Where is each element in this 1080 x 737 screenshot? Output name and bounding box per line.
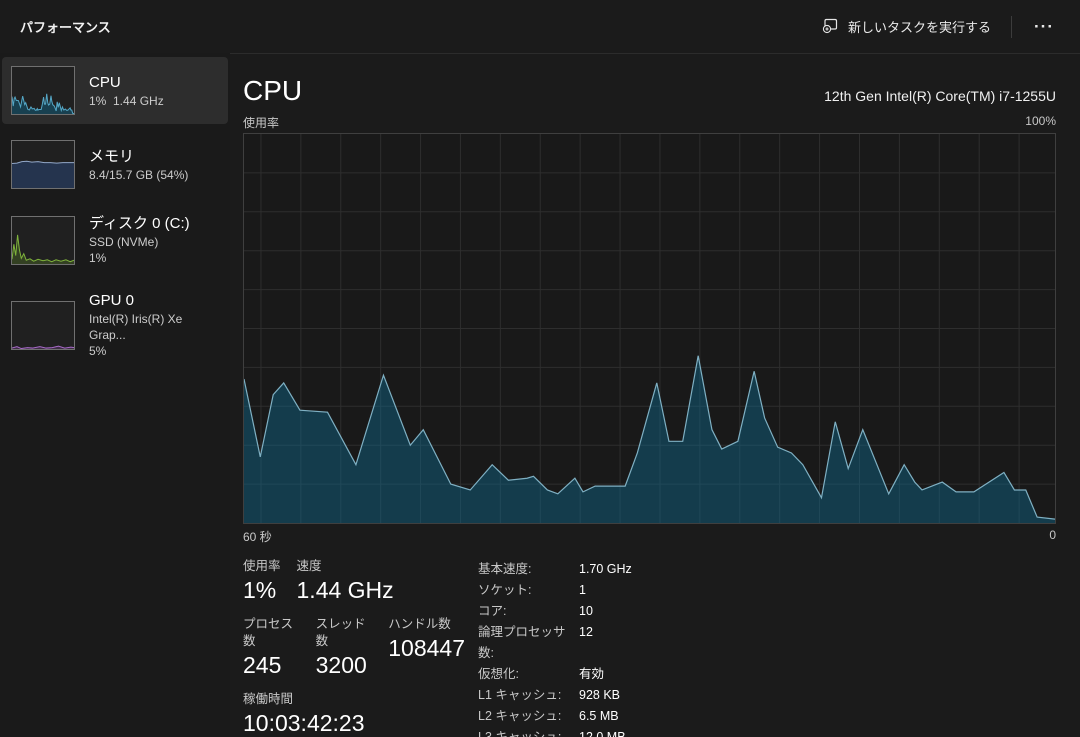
cpu-stats: 使用率 1% 速度 1.44 GHz プロセス数 245 スレッド数 bbox=[243, 558, 1056, 737]
memory-tile-title: メモリ bbox=[89, 147, 188, 167]
disk-tile-title: ディスク 0 (C:) bbox=[89, 214, 190, 234]
titlebar: パフォーマンス 新しいタスクを実行する ··· bbox=[0, 0, 1080, 53]
gpu-tile-title: GPU 0 bbox=[89, 291, 220, 311]
sidebar-item-disk0[interactable]: ディスク 0 (C:) SSD (NVMe) 1% bbox=[2, 205, 228, 275]
cpu-stats-secondary: 基本速度: 1.70 GHz ソケット: 1 コア: 10 論理プロセッサ数: … bbox=[478, 558, 632, 737]
cpu-model-name: 12th Gen Intel(R) Core(TM) i7-1255U bbox=[824, 88, 1056, 108]
gpu-tile-usage: 5% bbox=[89, 343, 220, 359]
gpu-mini-graph bbox=[11, 301, 75, 350]
more-options-button[interactable]: ··· bbox=[1022, 13, 1066, 41]
cpu-tile-title: CPU bbox=[89, 73, 164, 93]
cpu-header: CPU 12th Gen Intel(R) Core(TM) i7-1255U bbox=[243, 72, 1056, 108]
stat-processes: プロセス数 245 bbox=[243, 616, 300, 680]
page-title: パフォーマンス bbox=[20, 17, 111, 36]
stat-l1-cache: L1 キャッシュ: 928 KB bbox=[478, 685, 632, 706]
chart-axis-bottom-row: 60 秒 0 bbox=[243, 528, 1056, 545]
cpu-stats-primary: 使用率 1% 速度 1.44 GHz プロセス数 245 スレッド数 bbox=[243, 558, 465, 737]
cpu-tile-stats: 1% 1.44 GHz bbox=[89, 93, 164, 109]
stat-uptime: 稼働時間 10:03:42:23 bbox=[243, 691, 365, 737]
run-new-task-button[interactable]: 新しいタスクを実行する bbox=[812, 10, 1001, 44]
stat-threads: スレッド数 3200 bbox=[316, 616, 373, 680]
chart-x-min-label: 60 秒 bbox=[243, 528, 272, 545]
chart-y-axis-label: 使用率 bbox=[243, 114, 279, 131]
stat-usage: 使用率 1% bbox=[243, 558, 281, 605]
cpu-usage-chart[interactable] bbox=[243, 133, 1056, 524]
ellipsis-icon: ··· bbox=[1034, 17, 1054, 36]
sidebar-item-cpu[interactable]: CPU 1% 1.44 GHz bbox=[2, 57, 228, 124]
disk-tile-type: SSD (NVMe) bbox=[89, 234, 190, 250]
stat-l3-cache: L3 キャッシュ: 12.0 MB bbox=[478, 727, 632, 737]
chart-axis-top-row: 使用率 100% bbox=[243, 114, 1056, 131]
stat-handles: ハンドル数 108447 bbox=[388, 616, 465, 680]
stat-l2-cache: L2 キャッシュ: 6.5 MB bbox=[478, 706, 632, 727]
memory-tile-stats: 8.4/15.7 GB (54%) bbox=[89, 167, 188, 183]
toolbar-divider bbox=[1011, 16, 1012, 38]
content-area: CPU 1% 1.44 GHz メモリ 8.4/15.7 GB (54%) ディ… bbox=[0, 53, 1080, 737]
stat-speed: 速度 1.44 GHz bbox=[297, 558, 394, 605]
chart-x-max-label: 0 bbox=[1049, 528, 1056, 545]
stat-sockets: ソケット: 1 bbox=[478, 580, 632, 601]
new-task-icon bbox=[822, 17, 839, 37]
sidebar-item-memory[interactable]: メモリ 8.4/15.7 GB (54%) bbox=[2, 131, 228, 198]
cpu-detail-panel: CPU 12th Gen Intel(R) Core(TM) i7-1255U … bbox=[230, 53, 1080, 737]
memory-mini-graph bbox=[11, 140, 75, 189]
stat-virtualization: 仮想化: 有効 bbox=[478, 664, 632, 685]
performance-sidebar: CPU 1% 1.44 GHz メモリ 8.4/15.7 GB (54%) ディ… bbox=[0, 53, 230, 737]
sidebar-item-gpu0[interactable]: GPU 0 Intel(R) Iris(R) Xe Grap... 5% bbox=[2, 282, 228, 368]
chart-y-max-label: 100% bbox=[1025, 114, 1056, 131]
disk-tile-usage: 1% bbox=[89, 250, 190, 266]
stat-logical-processors: 論理プロセッサ数: 12 bbox=[478, 622, 632, 664]
cpu-mini-graph bbox=[11, 66, 75, 115]
stat-base-speed: 基本速度: 1.70 GHz bbox=[478, 559, 632, 580]
run-new-task-label: 新しいタスクを実行する bbox=[848, 17, 991, 36]
disk-mini-graph bbox=[11, 216, 75, 265]
gpu-tile-name: Intel(R) Iris(R) Xe Grap... bbox=[89, 311, 220, 343]
cpu-panel-title: CPU bbox=[243, 74, 302, 108]
stat-cores: コア: 10 bbox=[478, 601, 632, 622]
titlebar-actions: 新しいタスクを実行する ··· bbox=[812, 10, 1066, 44]
